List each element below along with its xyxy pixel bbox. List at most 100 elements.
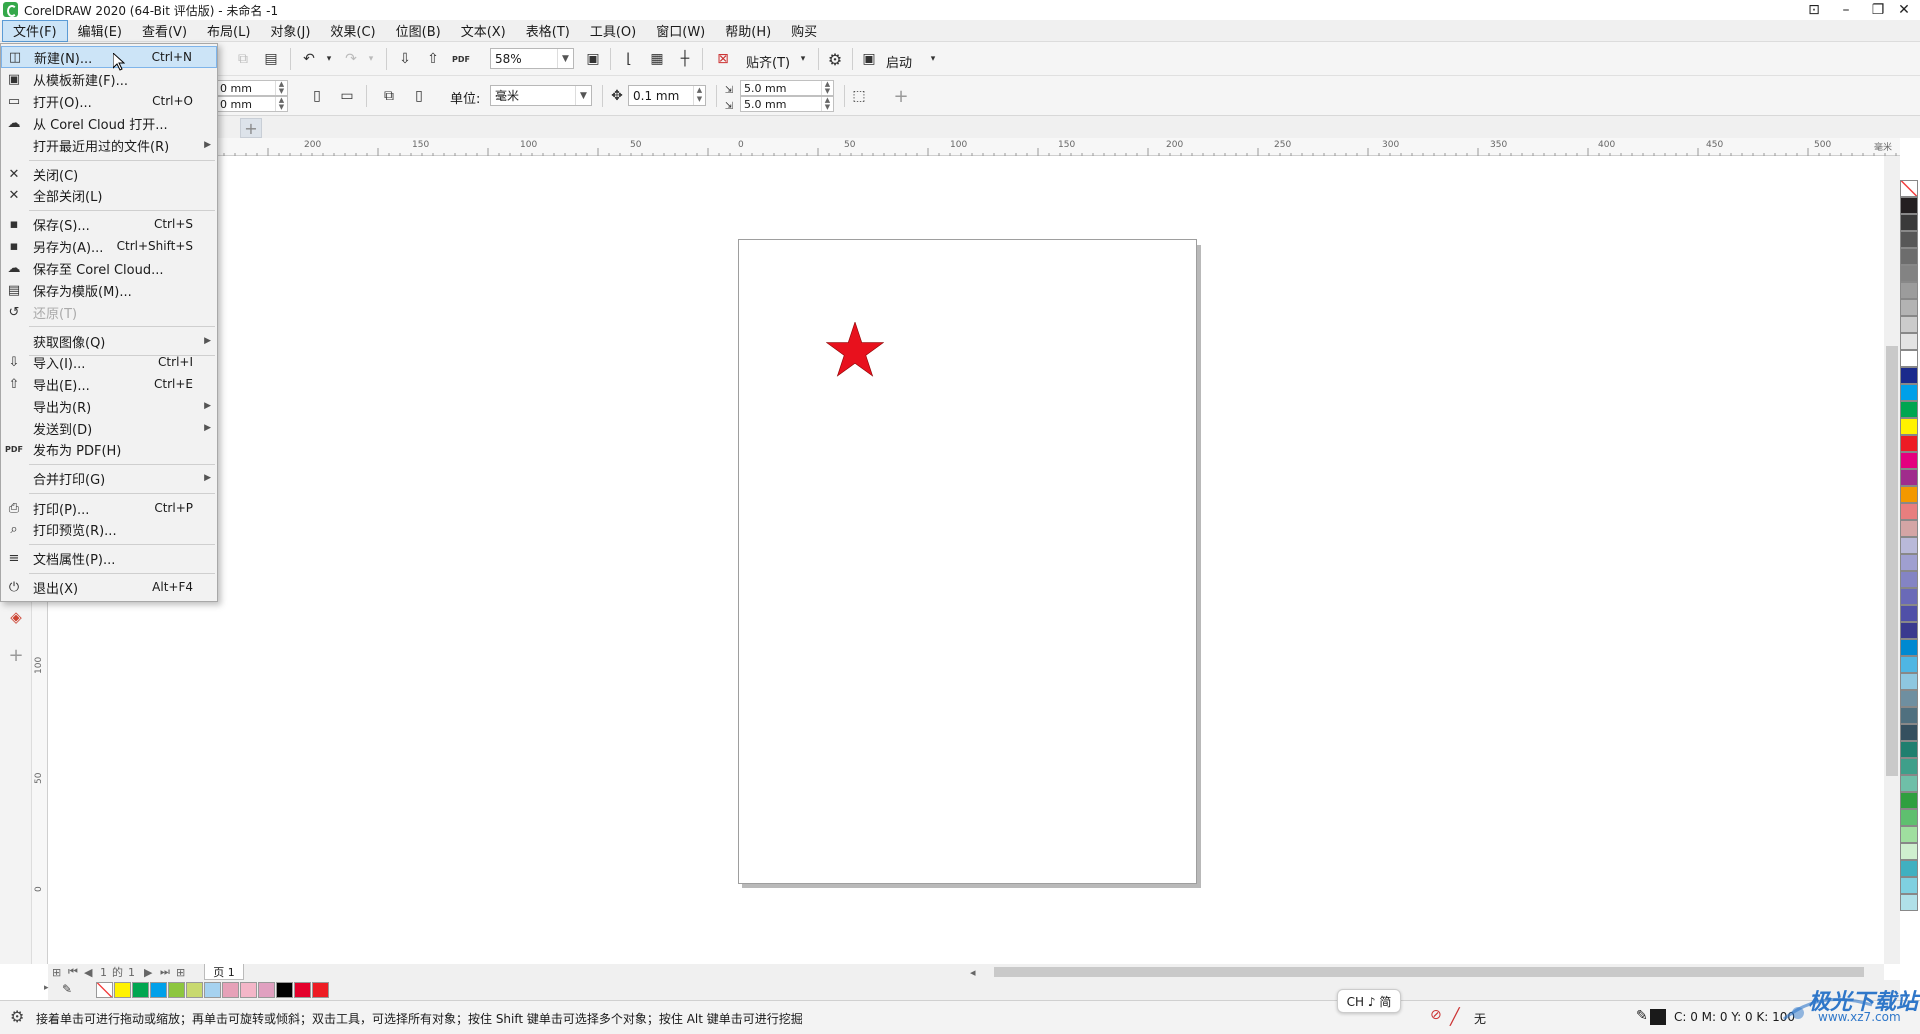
palette-swatch[interactable]: [1900, 299, 1918, 316]
snap-off-icon[interactable]: ⊠: [712, 48, 734, 70]
palette-swatch[interactable]: [1900, 435, 1918, 452]
palette-swatch[interactable]: [1900, 554, 1918, 571]
palette-swatch[interactable]: [1900, 656, 1918, 673]
add-page-before-icon[interactable]: ⊞: [52, 966, 61, 979]
paste-icon[interactable]: ▤: [260, 48, 282, 70]
palette-swatch[interactable]: [1900, 571, 1918, 588]
palette-swatch[interactable]: [1900, 724, 1918, 741]
palette-swatch[interactable]: [1900, 690, 1918, 707]
ime-indicator[interactable]: CH ♪ 简: [1337, 989, 1401, 1013]
star-shape[interactable]: [826, 322, 884, 378]
minimize-button[interactable]: –: [1830, 0, 1862, 20]
palette-swatch[interactable]: [1900, 350, 1918, 367]
menu-layout[interactable]: 布局(L): [197, 20, 260, 42]
file-menu-item[interactable]: 打开最近用过的文件(R) ▶: [1, 134, 217, 156]
chevron-down-icon[interactable]: ▾: [922, 48, 944, 70]
palette-swatch[interactable]: [1900, 707, 1918, 724]
landscape-icon[interactable]: ▭: [336, 85, 358, 107]
document-palette-swatch[interactable]: [222, 982, 239, 998]
add-icon[interactable]: +: [890, 85, 912, 107]
palette-swatch[interactable]: [1900, 248, 1918, 265]
palette-swatch[interactable]: [1900, 197, 1918, 214]
file-menu-item[interactable]: 导出为(R) ▶: [1, 395, 217, 417]
current-page-icon[interactable]: ▯: [408, 85, 430, 107]
redo-icon[interactable]: ↷: [340, 48, 362, 70]
file-menu-item[interactable]: ▤ 保存为模版(M)...: [1, 279, 217, 301]
file-menu-item[interactable]: 发送到(D) ▶: [1, 417, 217, 439]
gear-icon[interactable]: ⚙: [10, 1007, 24, 1026]
page-frame-icon[interactable]: ⬚: [848, 85, 870, 107]
palette-swatch[interactable]: [1900, 775, 1918, 792]
menu-window[interactable]: 窗口(W): [646, 20, 715, 42]
menu-object[interactable]: 对象(J): [260, 20, 320, 42]
guidelines-icon[interactable]: ┼: [674, 48, 696, 70]
add-tab-button[interactable]: +: [240, 118, 262, 138]
spin-arrows-icon[interactable]: ▲ ▼: [275, 81, 287, 95]
undo-dropdown-icon[interactable]: ▾: [318, 48, 340, 70]
palette-swatch[interactable]: [1900, 384, 1918, 401]
file-menu-item[interactable]: PDF 发布为 PDF(H): [1, 438, 217, 460]
interactive-fill-tool-icon[interactable]: ◈: [5, 606, 27, 628]
spin-arrows-icon[interactable]: ▲ ▼: [275, 97, 287, 111]
palette-swatch[interactable]: [1900, 231, 1918, 248]
palette-swatch[interactable]: [1900, 265, 1918, 282]
menu-text[interactable]: 文本(X): [451, 20, 516, 42]
palette-swatch[interactable]: [1900, 486, 1918, 503]
palette-swatch[interactable]: [1900, 333, 1918, 350]
palette-swatch[interactable]: [1900, 605, 1918, 622]
palette-swatch[interactable]: [1900, 503, 1918, 520]
document-palette-swatch[interactable]: [294, 982, 311, 998]
file-menu-item[interactable]: ⌕ 打印预览(R)...: [1, 518, 217, 540]
first-page-icon[interactable]: ⏮: [68, 965, 78, 979]
page-width-field[interactable]: 0 mm ▲ ▼: [216, 80, 288, 96]
chevron-right-icon[interactable]: ▸: [44, 983, 49, 993]
add-tool-icon[interactable]: +: [5, 644, 27, 666]
portrait-icon[interactable]: ▯: [306, 85, 328, 107]
zoom-level-combo[interactable]: 58% ▼: [490, 48, 574, 69]
menu-buy[interactable]: 购买: [781, 20, 827, 42]
horizontal-scrollbar-thumb[interactable]: [994, 967, 1864, 977]
export-toolbar-icon[interactable]: ⇧: [422, 48, 444, 70]
palette-swatch[interactable]: [1900, 214, 1918, 231]
file-menu-item[interactable]: ▣ 从模板新建(F)...: [1, 68, 217, 90]
palette-swatch[interactable]: [1900, 282, 1918, 299]
add-page-after-icon[interactable]: ⊞: [176, 966, 185, 979]
file-menu-item[interactable]: ⇩ 导入(I)... Ctrl+I: [1, 351, 217, 373]
palette-swatch[interactable]: [1900, 520, 1918, 537]
palette-swatch[interactable]: [1900, 877, 1918, 894]
palette-swatch[interactable]: [1900, 860, 1918, 877]
file-menu-item[interactable]: ✕ 关闭(C): [1, 163, 217, 185]
prev-page-icon[interactable]: ◀: [84, 966, 92, 979]
menu-bitmaps[interactable]: 位图(B): [386, 20, 451, 42]
document-palette-swatch[interactable]: [276, 982, 293, 998]
document-palette-swatch[interactable]: [204, 982, 221, 998]
palette-swatch[interactable]: [1900, 418, 1918, 435]
file-menu-item[interactable]: ☁ 保存至 Corel Cloud...: [1, 257, 217, 279]
file-menu-item[interactable]: ✕ 全部关闭(L): [1, 184, 217, 206]
menu-help[interactable]: 帮助(H): [715, 20, 781, 42]
menu-tools[interactable]: 工具(O): [580, 20, 646, 42]
document-palette-swatch[interactable]: [96, 982, 113, 998]
palette-swatch[interactable]: [1900, 180, 1918, 197]
palette-swatch[interactable]: [1900, 469, 1918, 486]
palette-swatch[interactable]: [1900, 401, 1918, 418]
grid-icon[interactable]: ▦: [646, 48, 668, 70]
file-menu-item[interactable]: ◫ 新建(N)... Ctrl+N: [1, 46, 217, 68]
pdf-toolbar-icon[interactable]: PDF: [450, 48, 472, 70]
spin-arrows-icon[interactable]: ▲ ▼: [693, 86, 705, 105]
palette-swatch[interactable]: [1900, 894, 1918, 911]
undo-icon[interactable]: ↶: [298, 48, 320, 70]
file-menu-item[interactable]: ⇧ 导出(E)... Ctrl+E: [1, 373, 217, 395]
palette-swatch[interactable]: [1900, 673, 1918, 690]
launch-dropdown[interactable]: 启动: [886, 52, 912, 71]
page-tab[interactable]: 页 1: [204, 964, 244, 980]
rulers-icon[interactable]: ⌊: [618, 48, 640, 70]
palette-swatch[interactable]: [1900, 367, 1918, 384]
palette-swatch[interactable]: [1900, 639, 1918, 656]
palette-swatch[interactable]: [1900, 316, 1918, 333]
file-menu-item[interactable]: ☁ 从 Corel Cloud 打开...: [1, 112, 217, 134]
document-palette-swatch[interactable]: [150, 982, 167, 998]
chevron-down-icon[interactable]: ▾: [792, 48, 814, 70]
account-icon[interactable]: ⊡: [1798, 0, 1830, 20]
palette-swatch[interactable]: [1900, 826, 1918, 843]
